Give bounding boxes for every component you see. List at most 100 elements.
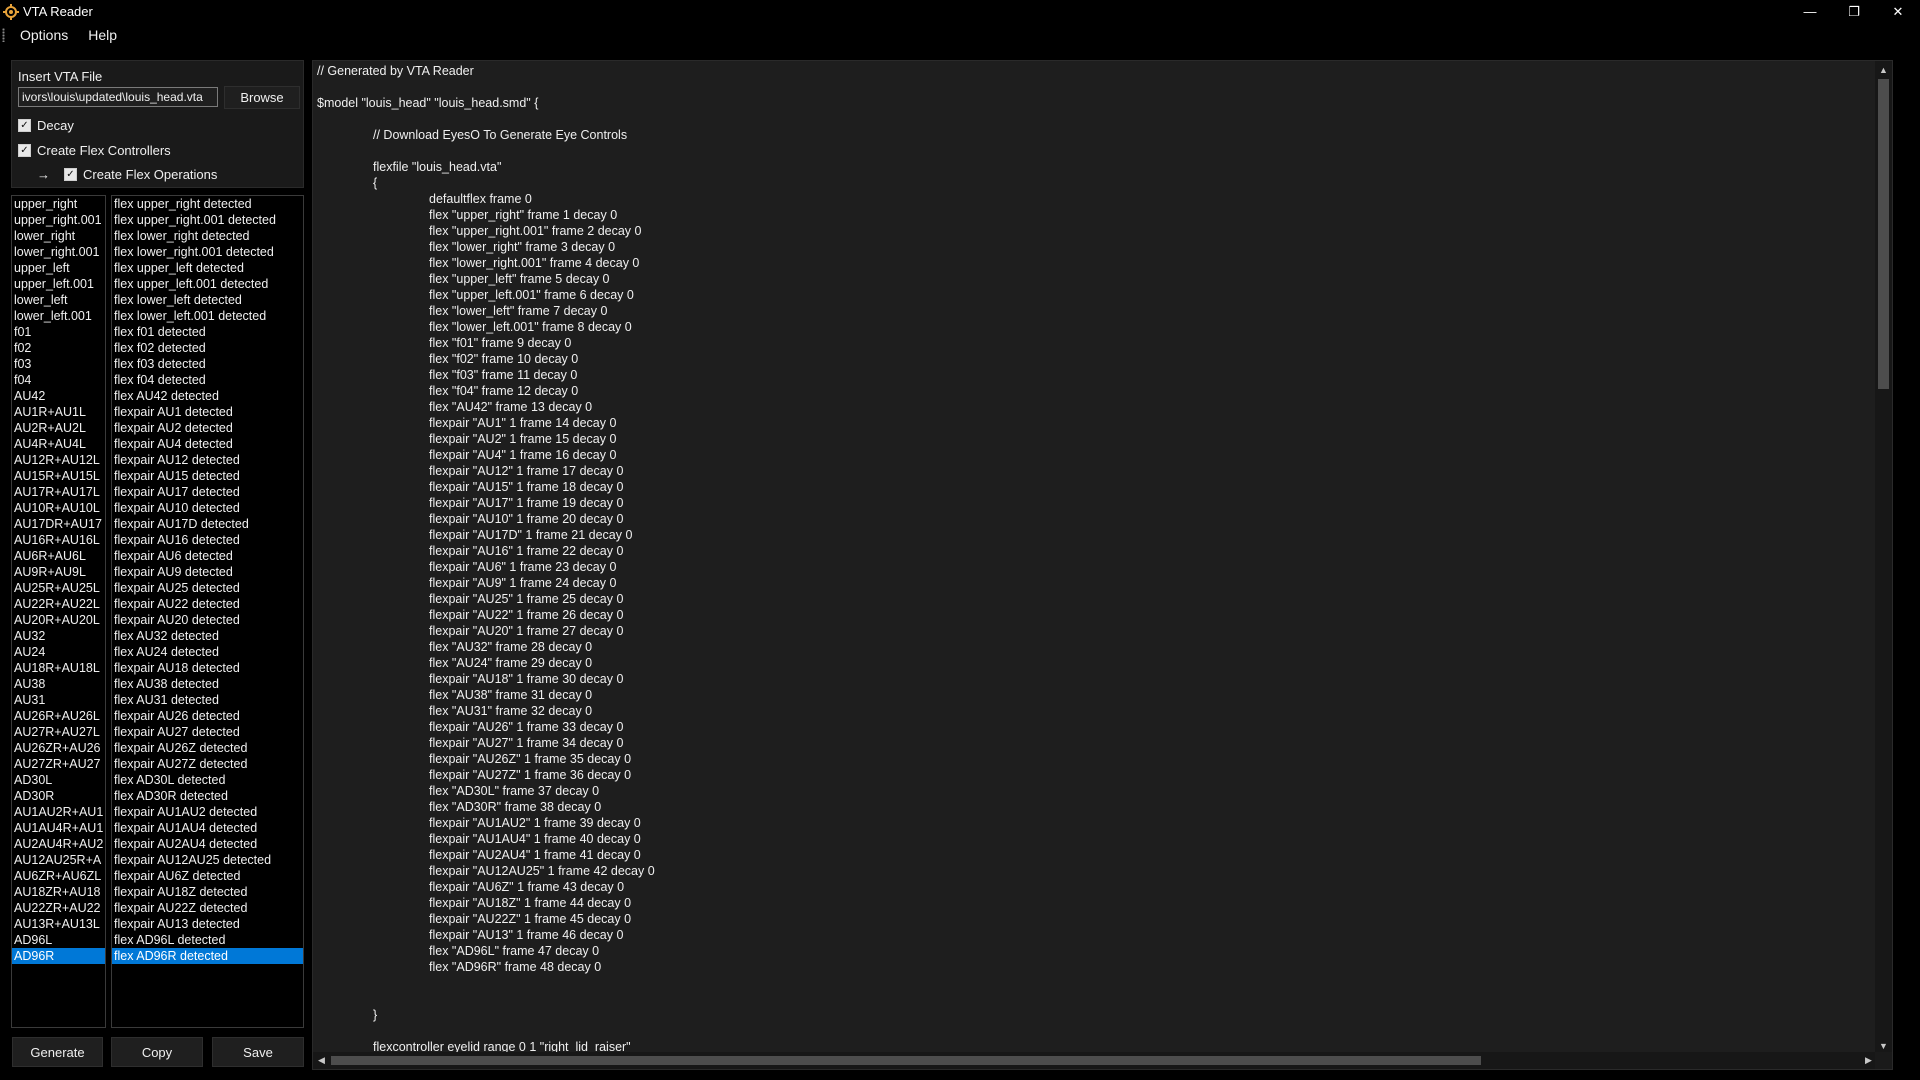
vertical-scrollbar[interactable]: ▲ ▼	[1875, 61, 1892, 1054]
flex-detected-list-item[interactable]: flex lower_right.001 detected	[112, 244, 303, 260]
flex-name-list-item[interactable]: AU2AU4R+AU2	[12, 836, 105, 852]
flex-name-list-item[interactable]: f02	[12, 340, 105, 356]
flex-name-list-item[interactable]: AU26R+AU26L	[12, 708, 105, 724]
create-flex-operations-checkbox[interactable]: ✓	[64, 168, 77, 181]
flex-name-list-item[interactable]: upper_left.001	[12, 276, 105, 292]
save-button[interactable]: Save	[212, 1037, 304, 1067]
flex-detected-list-item[interactable]: flexpair AU4 detected	[112, 436, 303, 452]
flex-detected-list-item[interactable]: flex AU38 detected	[112, 676, 303, 692]
flex-detected-list-item[interactable]: flexpair AU1AU2 detected	[112, 804, 303, 820]
flex-name-list-item[interactable]: AU22R+AU22L	[12, 596, 105, 612]
flex-name-list-item[interactable]: f03	[12, 356, 105, 372]
flex-name-list-item[interactable]: AU9R+AU9L	[12, 564, 105, 580]
menu-grip-icon[interactable]	[2, 28, 5, 42]
flex-name-list-item[interactable]: AU27ZR+AU27	[12, 756, 105, 772]
scroll-up-icon[interactable]: ▲	[1875, 61, 1892, 78]
flex-detected-list-item[interactable]: flexpair AU2 detected	[112, 420, 303, 436]
vertical-scroll-thumb[interactable]	[1878, 79, 1889, 389]
flex-detected-list-item[interactable]: flexpair AU1AU4 detected	[112, 820, 303, 836]
flex-detected-list-item[interactable]: flexpair AU16 detected	[112, 532, 303, 548]
flex-name-list-item[interactable]: AU10R+AU10L	[12, 500, 105, 516]
flex-detected-list-item[interactable]: flex upper_right.001 detected	[112, 212, 303, 228]
flex-detected-list-item[interactable]: flexpair AU17D detected	[112, 516, 303, 532]
flex-detected-list-item[interactable]: flexpair AU27 detected	[112, 724, 303, 740]
flex-detected-list-item[interactable]: flexpair AU18 detected	[112, 660, 303, 676]
flex-detected-list-item[interactable]: flex f02 detected	[112, 340, 303, 356]
horizontal-scroll-thumb[interactable]	[331, 1056, 1481, 1065]
flex-detected-list-item[interactable]: flexpair AU12AU25 detected	[112, 852, 303, 868]
flex-detected-list-item[interactable]: flexpair AU13 detected	[112, 916, 303, 932]
menu-help[interactable]: Help	[78, 27, 127, 43]
flex-name-list-item[interactable]: AU24	[12, 644, 105, 660]
flex-name-list-item[interactable]: AU31	[12, 692, 105, 708]
flex-name-list-item[interactable]: AD96L	[12, 932, 105, 948]
flex-name-list-item[interactable]: upper_right.001	[12, 212, 105, 228]
flex-name-list-item[interactable]: AU27R+AU27L	[12, 724, 105, 740]
flex-name-list-item[interactable]: AU20R+AU20L	[12, 612, 105, 628]
flex-detected-list-item[interactable]: flexpair AU9 detected	[112, 564, 303, 580]
flex-name-list-item[interactable]: AU12R+AU12L	[12, 452, 105, 468]
flex-detected-list-item[interactable]: flex AD96L detected	[112, 932, 303, 948]
flex-detected-list-item[interactable]: flexpair AU20 detected	[112, 612, 303, 628]
generate-button[interactable]: Generate	[12, 1037, 103, 1067]
flex-name-list-item[interactable]: AU1R+AU1L	[12, 404, 105, 420]
flex-name-list-item[interactable]: lower_right.001	[12, 244, 105, 260]
flex-detected-list-item[interactable]: flexpair AU6 detected	[112, 548, 303, 564]
flex-name-list-item[interactable]: lower_left	[12, 292, 105, 308]
flex-detected-list-item[interactable]: flexpair AU17 detected	[112, 484, 303, 500]
scroll-left-icon[interactable]: ◀	[313, 1052, 330, 1069]
vta-file-path-input[interactable]	[18, 87, 218, 107]
restore-button[interactable]: ❐	[1832, 0, 1876, 23]
flex-name-list-item[interactable]: AU17DR+AU17	[12, 516, 105, 532]
flex-detected-list-item[interactable]: flex AD30R detected	[112, 788, 303, 804]
flex-detected-list-item[interactable]: flex lower_right detected	[112, 228, 303, 244]
flex-detected-list-item[interactable]: flexpair AU27Z detected	[112, 756, 303, 772]
flex-name-list-item[interactable]: f04	[12, 372, 105, 388]
flex-name-list-item[interactable]: AU6ZR+AU6ZL	[12, 868, 105, 884]
flex-detected-list-item[interactable]: flexpair AU10 detected	[112, 500, 303, 516]
flex-detected-list-item[interactable]: flex AD30L detected	[112, 772, 303, 788]
close-button[interactable]: ✕	[1876, 0, 1920, 23]
flex-name-list-item[interactable]: f01	[12, 324, 105, 340]
flex-name-list-item[interactable]: AU12AU25R+A	[12, 852, 105, 868]
flex-detected-list-item[interactable]: flexpair AU26Z detected	[112, 740, 303, 756]
flex-name-list-item[interactable]: AU42	[12, 388, 105, 404]
flex-name-list-item[interactable]: lower_left.001	[12, 308, 105, 324]
decay-checkbox-row[interactable]: ✓ Decay	[18, 118, 74, 133]
flex-detected-list-item[interactable]: flex f03 detected	[112, 356, 303, 372]
flex-name-list-item[interactable]: AU25R+AU25L	[12, 580, 105, 596]
create-flex-controllers-checkbox[interactable]: ✓	[18, 144, 31, 157]
flex-name-list-item[interactable]: AU18R+AU18L	[12, 660, 105, 676]
flex-detected-list-item[interactable]: flex upper_left.001 detected	[112, 276, 303, 292]
flex-name-list-item[interactable]: upper_right	[12, 196, 105, 212]
flex-detected-list-item[interactable]: flex AU31 detected	[112, 692, 303, 708]
flex-detected-list-item[interactable]: flexpair AU25 detected	[112, 580, 303, 596]
flex-name-list-item[interactable]: AU32	[12, 628, 105, 644]
flex-detected-list-item[interactable]: flex upper_left detected	[112, 260, 303, 276]
flex-name-list-item[interactable]: AU16R+AU16L	[12, 532, 105, 548]
horizontal-scrollbar[interactable]: ◀ ▶	[313, 1052, 1877, 1069]
flex-detected-list[interactable]: flex upper_right detected flex upper_righ…	[111, 195, 304, 1028]
flex-name-list-item[interactable]: AU4R+AU4L	[12, 436, 105, 452]
flex-detected-list-item[interactable]: flexpair AU22Z detected	[112, 900, 303, 916]
create-flex-controllers-row[interactable]: ✓ Create Flex Controllers	[18, 143, 171, 158]
flex-detected-list-item[interactable]: flex f04 detected	[112, 372, 303, 388]
flex-detected-list-item[interactable]: flex f01 detected	[112, 324, 303, 340]
flex-detected-list-item[interactable]: flexpair AU6Z detected	[112, 868, 303, 884]
flex-name-list-item[interactable]: upper_left	[12, 260, 105, 276]
flex-detected-list-item[interactable]: flex AU42 detected	[112, 388, 303, 404]
flex-name-list-item[interactable]: lower_right	[12, 228, 105, 244]
flex-detected-list-item[interactable]: flex upper_right detected	[112, 196, 303, 212]
flex-name-list-item[interactable]: AU17R+AU17L	[12, 484, 105, 500]
flex-name-list-item[interactable]: AU6R+AU6L	[12, 548, 105, 564]
flex-detected-list-item[interactable]: flexpair AU2AU4 detected	[112, 836, 303, 852]
flex-detected-list-item[interactable]: flexpair AU26 detected	[112, 708, 303, 724]
copy-button[interactable]: Copy	[111, 1037, 203, 1067]
flex-names-list[interactable]: upper_right upper_right.001 lower_right low…	[11, 195, 106, 1028]
decay-checkbox[interactable]: ✓	[18, 119, 31, 132]
flex-detected-list-item[interactable]: flexpair AU12 detected	[112, 452, 303, 468]
minimize-button[interactable]: —	[1788, 0, 1832, 23]
flex-name-list-item[interactable]: AD30L	[12, 772, 105, 788]
flex-name-list-item[interactable]: AD96R	[12, 948, 105, 964]
flex-name-list-item[interactable]: AU38	[12, 676, 105, 692]
